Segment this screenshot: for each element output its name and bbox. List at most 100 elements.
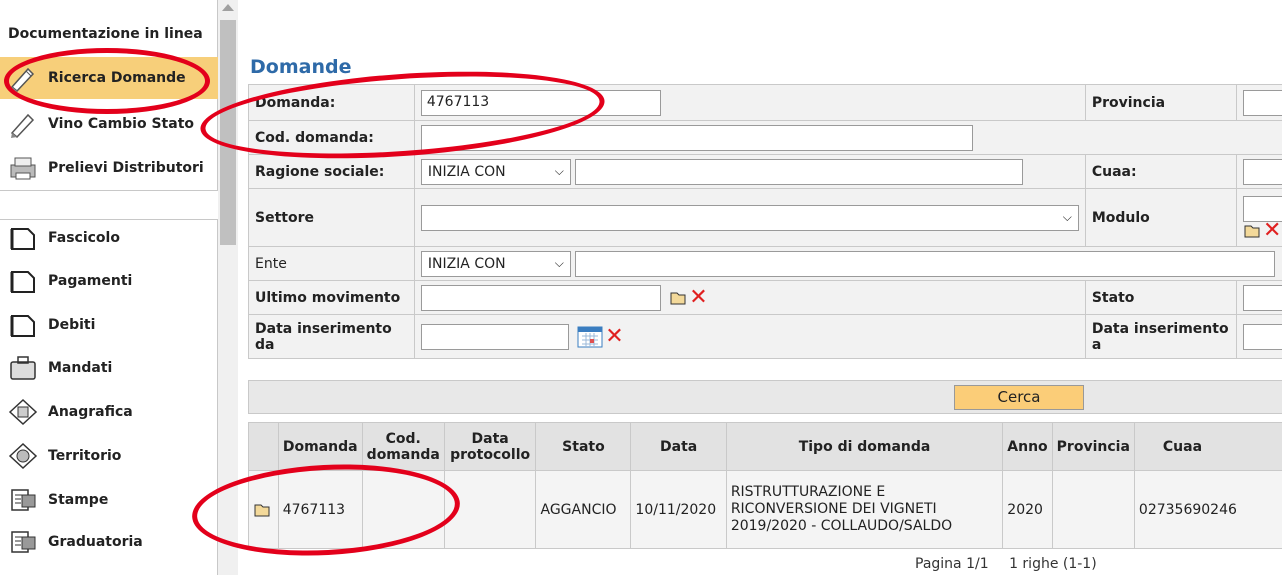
cell-domanda: 4767113 [277, 470, 363, 549]
sidebar-item-debiti[interactable]: Debiti [0, 305, 218, 345]
cell-cuaa: 02735690246 [1133, 470, 1282, 549]
sidebar-item-label: Anagrafica [48, 404, 133, 420]
data-inserimento-da-input[interactable] [420, 323, 569, 350]
scrollbar-thumb[interactable] [220, 20, 236, 245]
col-header-domanda[interactable]: Domanda [277, 422, 363, 471]
provincia-label: Provincia [1084, 84, 1237, 121]
ente-input[interactable] [575, 250, 1276, 277]
data-inserimento-a-label: Data inserimento a [1084, 314, 1237, 359]
col-header-cuaa[interactable]: Cuaa [1133, 422, 1282, 471]
select-value: INIZIA CON [427, 163, 506, 180]
data-inserimento-da-label: Data inserimento da [248, 314, 415, 359]
col-header-tipo-domanda[interactable]: Tipo di domanda [725, 422, 1004, 471]
modulo-label: Modulo [1084, 188, 1237, 247]
clear-x-icon[interactable]: ✕ [605, 325, 623, 347]
sidebar-item-label: Territorio [48, 448, 122, 464]
sidebar-item-label: Vino Cambio Stato [48, 116, 195, 132]
sidebar-item-stampe[interactable]: Stampe [0, 480, 218, 520]
sidebar-item-ricerca-domande[interactable]: Ricerca Domande [0, 57, 218, 99]
col-header-stato[interactable]: Stato [535, 422, 632, 471]
cell-tipo-domanda: RISTRUTTURAZIONE E RICONVERSIONE DEI VIG… [725, 470, 1004, 549]
folder-icon [10, 271, 35, 293]
cell-provincia [1051, 470, 1135, 549]
chevron-down-icon: ⌵ [554, 164, 564, 178]
globe-icon [8, 442, 38, 470]
settore-label: Settore [248, 188, 415, 247]
sidebar-item-label: Ricerca Domande [48, 70, 186, 86]
print-report-icon [11, 489, 36, 511]
select-value: INIZIA CON [427, 255, 506, 272]
domanda-label: Domanda: [248, 84, 415, 121]
pagination: Pagina 1/1 1 righe (1-1) [915, 556, 1113, 572]
sidebar-item-vino-cambio-stato[interactable]: Vino Cambio Stato [0, 104, 218, 144]
calendar-icon[interactable] [577, 325, 603, 349]
folder-open-icon[interactable] [253, 501, 271, 519]
pencil-icon [10, 113, 35, 139]
ultimo-movimento-input[interactable] [420, 284, 661, 311]
doc-link[interactable]: Documentazione in linea [8, 26, 203, 42]
settore-select[interactable]: ⌵ [420, 204, 1079, 231]
sidebar-item-label: Pagamenti [48, 273, 133, 289]
sidebar-item-graduatoria[interactable]: Graduatoria [0, 522, 218, 562]
sidebar-item-anagrafica[interactable]: Anagrafica [0, 392, 218, 432]
col-header-provincia[interactable]: Provincia [1051, 422, 1135, 471]
sidebar-separator [0, 190, 218, 220]
printer-icon [10, 157, 36, 180]
cell-data-protocollo [443, 470, 537, 549]
sidebar-item-prelievi-distributori[interactable]: Prelievi Distributori [0, 148, 218, 188]
results-table: Domanda Cod. domanda Data protocollo Sta… [248, 422, 1282, 549]
sidebar-item-fascicolo[interactable]: Fascicolo [0, 218, 218, 258]
sidebar-item-label: Graduatoria [48, 534, 143, 550]
folder-icon [10, 228, 35, 250]
col-header-data[interactable]: Data [630, 422, 727, 471]
scroll-up-arrow-icon[interactable] [222, 4, 234, 11]
ultimo-movimento-label: Ultimo movimento [248, 280, 415, 315]
sidebar: Documentazione in linea Ricerca Domande … [0, 0, 218, 575]
provincia-input[interactable] [1242, 89, 1282, 116]
data-inserimento-a-input[interactable] [1242, 323, 1282, 350]
ragione-sociale-select[interactable]: INIZIA CON ⌵ [420, 158, 571, 185]
sidebar-item-label: Debiti [48, 317, 96, 333]
table-row[interactable]: 4767113 AGGANCIO 10/11/2020 RISTRUTTURAZ… [248, 470, 1282, 549]
page-indicator: Pagina 1/1 [915, 556, 989, 572]
sidebar-item-mandati[interactable]: Mandati [0, 348, 218, 388]
table-header-row: Domanda Cod. domanda Data protocollo Sta… [248, 422, 1282, 471]
page-title: Domande [250, 56, 352, 78]
row-open-cell[interactable] [248, 470, 279, 549]
chevron-down-icon: ⌵ [554, 256, 564, 270]
ragione-sociale-input[interactable] [575, 158, 1024, 185]
sidebar-scrollbar[interactable] [218, 0, 238, 575]
cerca-button[interactable]: Cerca [954, 385, 1084, 410]
search-action-bar: Cerca [248, 380, 1282, 414]
col-header-cod-domanda[interactable]: Cod. domanda [361, 422, 445, 471]
domanda-input[interactable]: 4767113 [420, 89, 661, 116]
col-header-anno[interactable]: Anno [1002, 422, 1053, 471]
ente-select[interactable]: INIZIA CON ⌵ [420, 250, 571, 277]
stato-input[interactable] [1242, 284, 1282, 311]
cod-domanda-input[interactable] [420, 124, 973, 151]
ente-label: Ente [248, 246, 415, 281]
search-form: Domanda: 4767113 Provincia Cod. domanda:… [248, 84, 1282, 359]
folder-open-icon[interactable] [1243, 222, 1261, 240]
cell-data: 10/11/2020 [630, 470, 727, 549]
sidebar-item-label: Stampe [48, 492, 109, 508]
pencil-icon [10, 67, 35, 93]
cuaa-label: Cuaa: [1084, 154, 1237, 189]
folder-open-icon[interactable] [669, 289, 687, 307]
clear-x-icon[interactable]: ✕ [1263, 219, 1281, 241]
cuaa-input[interactable] [1242, 158, 1282, 185]
clear-x-icon[interactable]: ✕ [689, 286, 707, 308]
print-report-icon [11, 531, 36, 553]
row-count: 1 righe (1-1) [1009, 556, 1097, 572]
ragione-sociale-label: Ragione sociale: [248, 154, 415, 189]
sidebar-item-label: Prelievi Distributori [48, 160, 204, 176]
col-header-data-protocollo[interactable]: Data protocollo [443, 422, 537, 471]
folder-icon [10, 315, 35, 337]
cell-anno: 2020 [1002, 470, 1053, 549]
sidebar-item-territorio[interactable]: Territorio [0, 436, 218, 476]
sidebar-item-pagamenti[interactable]: Pagamenti [0, 261, 218, 301]
cell-cod-domanda [361, 470, 445, 549]
col-header-icon [248, 422, 279, 471]
address-book-icon [8, 398, 38, 426]
chevron-down-icon: ⌵ [1062, 210, 1072, 224]
